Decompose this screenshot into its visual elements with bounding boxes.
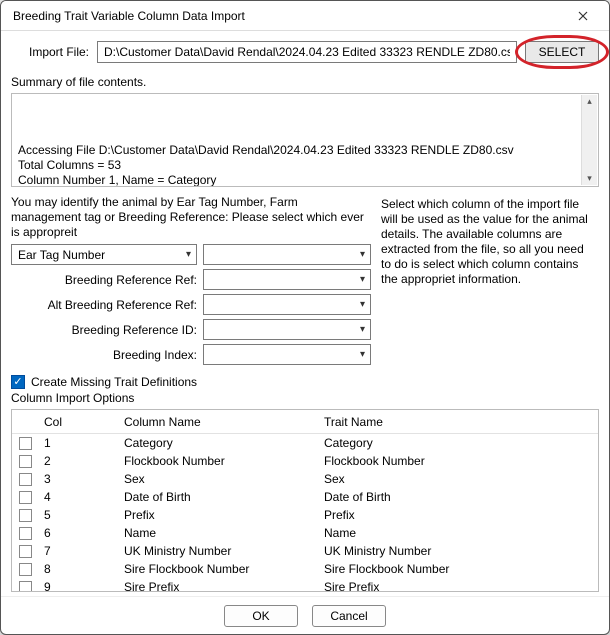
table-row[interactable]: 5PrefixPrefix — [12, 506, 598, 524]
cell-col: 4 — [38, 490, 118, 504]
cell-trait-name: Name — [318, 526, 598, 540]
table-row[interactable]: 9Sire PrefixSire Prefix — [12, 578, 598, 592]
dialog-footer: OK Cancel — [1, 596, 609, 634]
row-checkbox[interactable] — [19, 563, 32, 576]
mapping-combo[interactable]: ▾ — [203, 269, 371, 290]
import-path-input[interactable] — [97, 41, 517, 63]
cell-col: 8 — [38, 562, 118, 576]
scroll-down-icon[interactable]: ▾ — [584, 173, 595, 184]
cell-col: 1 — [38, 436, 118, 450]
cell-trait-name: Prefix — [318, 508, 598, 522]
select-button-wrap: SELECT — [525, 41, 599, 63]
cell-trait-name: Sex — [318, 472, 598, 486]
cell-column-name: UK Ministry Number — [118, 544, 318, 558]
cell-col: 9 — [38, 580, 118, 592]
chevron-down-icon: ▾ — [357, 299, 368, 310]
mapping-label: Alt Breeding Reference Ref: — [11, 298, 197, 312]
cell-trait-name: Sire Flockbook Number — [318, 562, 598, 576]
cell-col: 2 — [38, 454, 118, 468]
chevron-down-icon: ▾ — [357, 249, 368, 260]
row-checkbox[interactable] — [19, 437, 32, 450]
cell-trait-name: Sire Prefix — [318, 580, 598, 592]
mapping-row: Breeding Reference Ref: ▾ — [11, 269, 371, 290]
identify-hint: You may identify the animal by Ear Tag N… — [11, 195, 371, 240]
dialog-window: Breeding Trait Variable Column Data Impo… — [0, 0, 610, 635]
cancel-button[interactable]: Cancel — [312, 605, 386, 627]
table-row[interactable]: 1CategoryCategory — [12, 434, 598, 452]
cell-column-name: Sire Flockbook Number — [118, 562, 318, 576]
row-checkbox[interactable] — [19, 581, 32, 593]
cell-column-name: Category — [118, 436, 318, 450]
summary-label: Summary of file contents. — [11, 75, 599, 89]
import-label: Import File: — [11, 45, 89, 59]
table-row[interactable]: 2Flockbook NumberFlockbook Number — [12, 452, 598, 470]
mapping-combo[interactable]: ▾ — [203, 294, 371, 315]
cell-col: 5 — [38, 508, 118, 522]
import-row: Import File: SELECT — [11, 41, 599, 63]
row-checkbox[interactable] — [19, 509, 32, 522]
id-mode-value: Ear Tag Number — [18, 248, 105, 262]
mapping-row: Breeding Reference ID: ▾ — [11, 319, 371, 340]
cell-column-name: Date of Birth — [118, 490, 318, 504]
chevron-down-icon: ▾ — [357, 274, 368, 285]
cell-col: 7 — [38, 544, 118, 558]
cell-col: 6 — [38, 526, 118, 540]
ok-button[interactable]: OK — [224, 605, 298, 627]
table-row[interactable]: 8Sire Flockbook NumberSire Flockbook Num… — [12, 560, 598, 578]
mapping-label: Breeding Reference ID: — [11, 323, 197, 337]
close-icon — [578, 11, 588, 21]
cell-col: 3 — [38, 472, 118, 486]
header-col[interactable]: Col — [38, 415, 118, 429]
create-missing-checkbox[interactable]: ✓ — [11, 375, 25, 389]
mapping-combo[interactable]: ▾ — [203, 344, 371, 365]
cell-column-name: Sire Prefix — [118, 580, 318, 592]
cell-trait-name: Date of Birth — [318, 490, 598, 504]
table-row[interactable]: 4Date of BirthDate of Birth — [12, 488, 598, 506]
cell-trait-name: Flockbook Number — [318, 454, 598, 468]
table-header: Col Column Name Trait Name — [12, 410, 598, 434]
row-checkbox[interactable] — [19, 527, 32, 540]
create-missing-label: Create Missing Trait Definitions — [31, 375, 197, 389]
id-mode-combo[interactable]: Ear Tag Number ▾ — [11, 244, 197, 265]
mapping-row: Alt Breeding Reference Ref: ▾ — [11, 294, 371, 315]
table-row[interactable]: 7UK Ministry NumberUK Ministry Number — [12, 542, 598, 560]
row-checkbox[interactable] — [19, 473, 32, 486]
scroll-up-icon[interactable]: ▴ — [584, 96, 595, 107]
titlebar: Breeding Trait Variable Column Data Impo… — [1, 1, 609, 31]
cell-column-name: Name — [118, 526, 318, 540]
row-checkbox[interactable] — [19, 545, 32, 558]
column-select-hint: Select which column of the import file w… — [381, 195, 599, 369]
column-import-options-label: Column Import Options — [11, 391, 599, 405]
summary-box[interactable]: ▴ ▾ Accessing File D:\Customer Data\Davi… — [11, 93, 599, 187]
mapping-label: Breeding Index: — [11, 348, 197, 362]
header-trait-name[interactable]: Trait Name — [318, 415, 598, 429]
table-row[interactable]: 6NameName — [12, 524, 598, 542]
row-checkbox[interactable] — [19, 491, 32, 504]
row-checkbox[interactable] — [19, 455, 32, 468]
chevron-down-icon: ▾ — [183, 249, 194, 260]
header-column-name[interactable]: Column Name — [118, 415, 318, 429]
cell-trait-name: UK Ministry Number — [318, 544, 598, 558]
chevron-down-icon: ▾ — [357, 349, 368, 360]
summary-text: Accessing File D:\Customer Data\David Re… — [18, 143, 514, 187]
cell-trait-name: Category — [318, 436, 598, 450]
mapping-row: Breeding Index: ▾ — [11, 344, 371, 365]
mapping-combo[interactable]: ▾ — [203, 319, 371, 340]
cell-column-name: Flockbook Number — [118, 454, 318, 468]
select-button[interactable]: SELECT — [525, 41, 599, 63]
columns-table: Col Column Name Trait Name 1CategoryCate… — [11, 409, 599, 592]
chevron-down-icon: ▾ — [357, 324, 368, 335]
cell-column-name: Sex — [118, 472, 318, 486]
table-row[interactable]: 3SexSex — [12, 470, 598, 488]
id-mode-column-combo[interactable]: ▾ — [203, 244, 371, 265]
mapping-label: Breeding Reference Ref: — [11, 273, 197, 287]
create-missing-row[interactable]: ✓ Create Missing Trait Definitions — [11, 375, 599, 389]
close-button[interactable] — [565, 5, 601, 27]
window-title: Breeding Trait Variable Column Data Impo… — [13, 9, 565, 23]
cell-column-name: Prefix — [118, 508, 318, 522]
